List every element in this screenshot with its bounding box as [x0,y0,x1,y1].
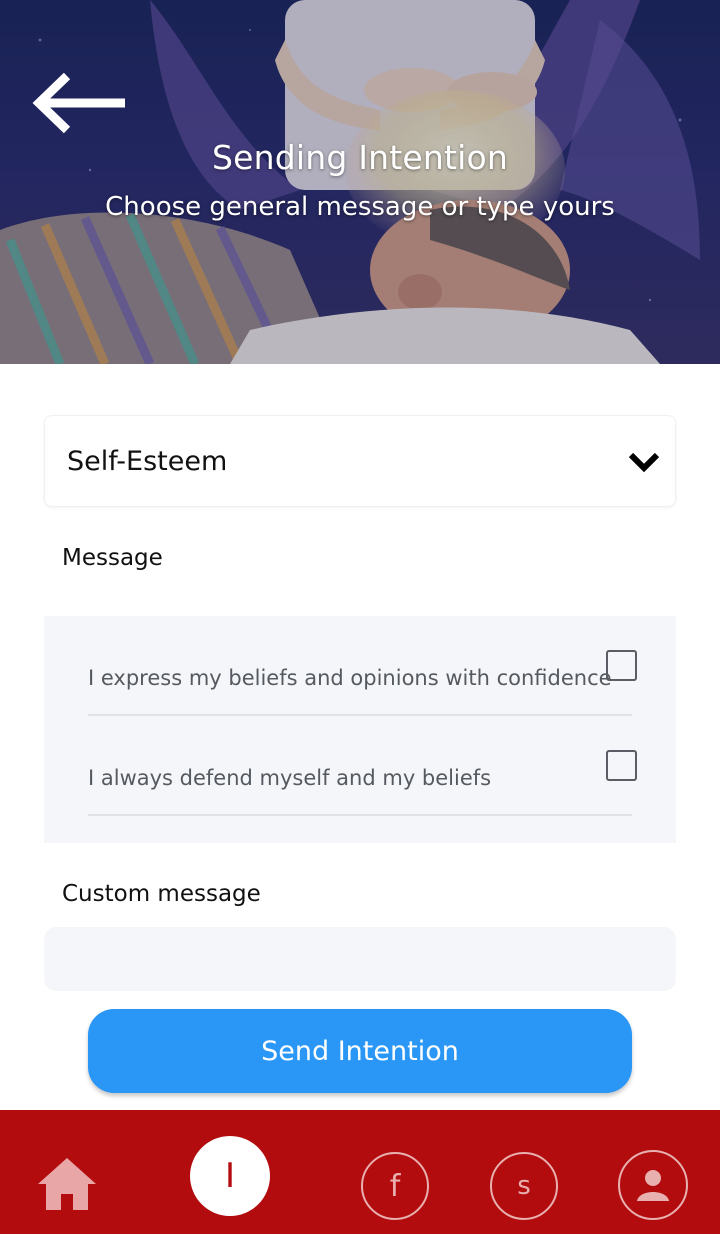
hero-banner: Sending Intention Choose general message… [0,0,720,364]
tab-s[interactable]: s [490,1152,558,1220]
tab-home[interactable] [36,1154,98,1212]
page-subtitle: Choose general message or type yours [105,192,615,222]
back-button[interactable] [30,70,130,136]
list-item[interactable]: I always defend myself and my beliefs [88,716,637,816]
hero-overlay [0,0,720,364]
user-icon [618,1150,688,1220]
arrow-left-icon [32,72,125,134]
user-glyph [637,1170,669,1201]
message-checkbox[interactable] [606,650,637,681]
page-title: Sending Intention [211,138,509,177]
list-item[interactable]: I express my beliefs and opinions with c… [88,616,637,716]
send-intention-button[interactable]: Send Intention [88,1009,632,1093]
message-checkbox[interactable] [606,750,637,781]
custom-message-input[interactable] [44,927,676,991]
home-icon [38,1158,96,1210]
message-list: I express my beliefs and opinions with c… [44,616,676,843]
facebook-icon: f [361,1152,429,1220]
message-text: I always defend myself and my beliefs [88,766,492,790]
intention-icon: I [190,1136,270,1216]
message-label: Message [62,545,163,571]
bottom-tab-bar: I f s [0,1110,720,1234]
category-select[interactable]: Self-Esteem [44,415,676,507]
tab-intention[interactable]: I [190,1136,270,1216]
tab-facebook[interactable]: f [361,1152,429,1220]
divider [88,814,632,816]
tab-profile[interactable] [618,1150,688,1220]
message-text: I express my beliefs and opinions with c… [88,666,612,690]
category-select-value: Self-Esteem [67,446,228,477]
s-icon: s [490,1152,558,1220]
custom-message-label: Custom message [62,881,261,907]
chevron-down-icon [628,452,660,473]
